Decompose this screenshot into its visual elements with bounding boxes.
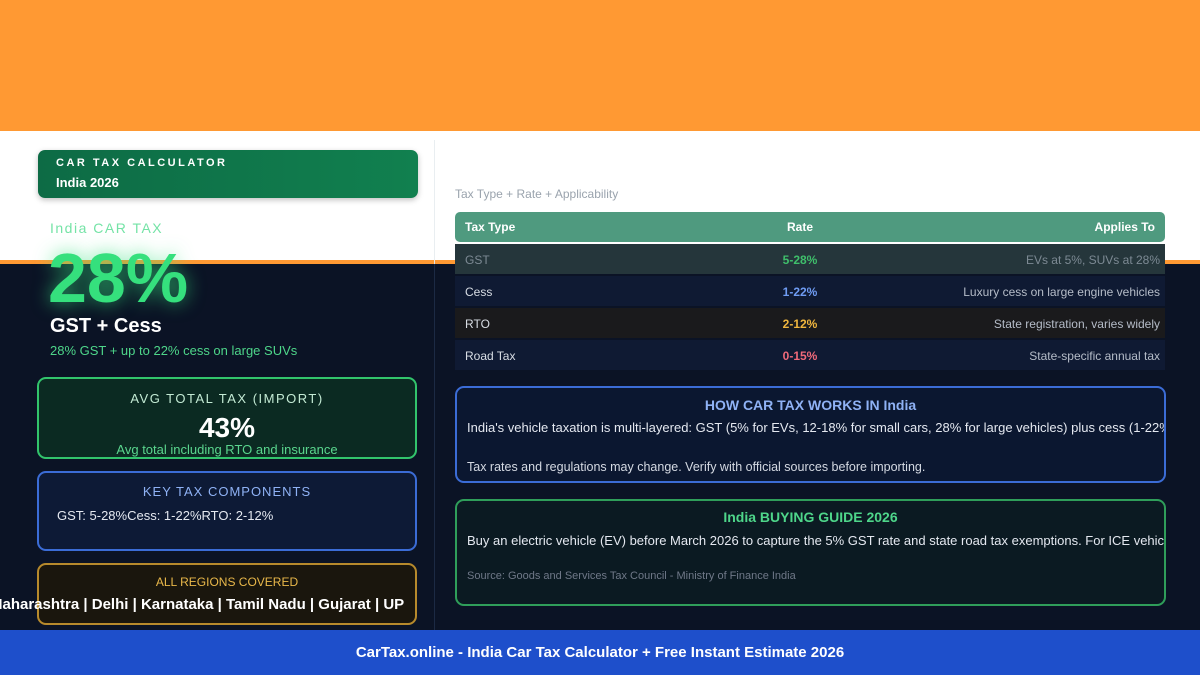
table-row: Cess 1-22% Luxury cess on large engine v… [455,276,1165,306]
how-car-tax-works-panel: HOW CAR TAX WORKS IN India India's vehic… [455,386,1166,483]
key-components-text: GST: 5-28%Cess: 1-22%RTO: 2-12% [57,508,274,523]
regions-ticker: Maharashtra | Delhi | Karnataka | Tamil … [0,596,405,613]
buying-guide-body: Buy an electric vehicle (EV) before Marc… [467,533,1166,548]
table-caption: Tax Type + Rate + Applicability [455,187,619,201]
rate-description: 28% GST + up to 22% cess on large SUVs [50,343,298,358]
table-row: RTO 2-12% State registration, varies wid… [455,308,1165,338]
flag-saffron-band [0,0,1200,131]
buying-guide-panel: India BUYING GUIDE 2026 Buy an electric … [455,499,1166,606]
disclaimer-note: Tax rates and regulations may change. Ve… [467,460,926,474]
header-rate: Rate [786,220,813,234]
how-car-tax-works-body: India's vehicle taxation is multi-layere… [467,420,1166,435]
country-tax-label: India CAR TAX [50,220,164,236]
header-applies-to: Applies To [1094,220,1155,234]
regions-card: ALL REGIONS COVERED [37,563,417,625]
column-divider-dark [434,264,435,630]
footer-banner: CarTax.online - India Car Tax Calculator… [0,630,1200,675]
avg-total-tax-sub: Avg total including RTO and insurance [116,442,338,457]
source-citation: Source: Goods and Services Tax Council -… [467,570,796,582]
avg-total-tax-card: AVG TOTAL TAX (IMPORT) 43% Avg total inc… [37,377,417,459]
cell-applies-to: EVs at 5%, SUVs at 28% [1025,253,1160,267]
avg-total-tax-label: AVG TOTAL TAX (IMPORT) [130,391,324,406]
headline-tax-rate: 28% [48,239,189,317]
cell-applies-to: Luxury cess on large engine vehicles [963,285,1160,299]
tax-table: Tax Type Rate Applies To GST 5-28% EVs a… [455,212,1165,370]
buying-guide-title: India BUYING GUIDE 2026 [723,509,898,525]
calculator-badge: CAR TAX CALCULATOR India 2026 [38,150,418,198]
table-row: GST 5-28% EVs at 5%, SUVs at 28% [455,244,1165,274]
footer-text: CarTax.online - India Car Tax Calculator… [355,644,845,661]
avg-total-tax-value: 43% [198,412,256,443]
cell-applies-to: State registration, varies widely [993,317,1160,331]
table-row: Road Tax 0-15% State-specific annual tax [455,340,1165,370]
cell-applies-to: State-specific annual tax [1029,349,1160,363]
key-components-card: KEY TAX COMPONENTS GST: 5-28%Cess: 1-22%… [37,471,417,551]
rate-title: GST + Cess [50,315,162,337]
table-header: Tax Type Rate Applies To [455,212,1165,242]
how-car-tax-works-title: HOW CAR TAX WORKS IN India [704,397,917,413]
key-components-label: KEY TAX COMPONENTS [142,484,312,499]
badge-title: CAR TAX CALCULATOR [56,157,228,169]
regions-label: ALL REGIONS COVERED [155,575,299,589]
badge-subtitle: India 2026 [56,175,119,190]
